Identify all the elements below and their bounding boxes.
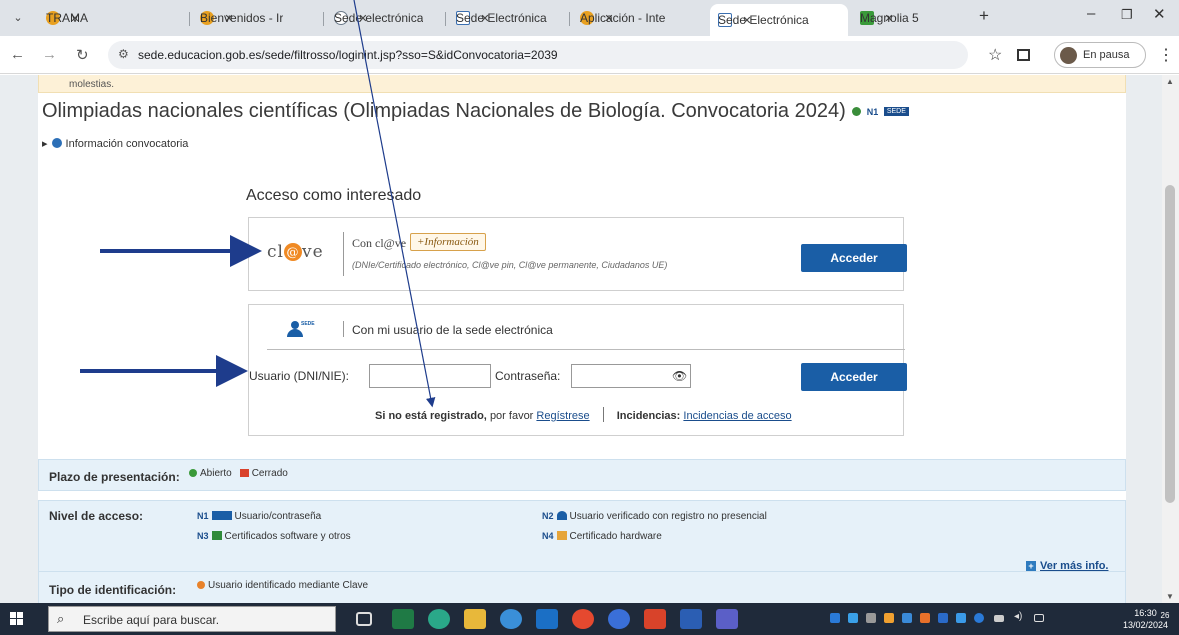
clave-login-box: cl @ ve Con cl@ve +Información (DNIe/Certi…: [248, 217, 907, 291]
verified-user-icon: [556, 511, 567, 520]
notice-banner: molestias.: [38, 75, 1126, 93]
browser-tab-bar: ⌄ TRAMA ✕ Bienvenidos - Ir ✕ Sede electr…: [0, 0, 1179, 36]
avatar: [1060, 47, 1077, 64]
browser-tab[interactable]: Sede Electrónica ✕: [448, 4, 568, 32]
clave-logo: cl @ ve: [267, 242, 324, 262]
clave-info-button[interactable]: +Información: [410, 233, 486, 251]
tipo-identificacion-panel: Tipo de identificación: Usuario identifi…: [38, 571, 1126, 603]
sede-acceder-button[interactable]: Acceder: [801, 363, 907, 391]
page-scrollbar[interactable]: ▲ ▼: [1162, 75, 1179, 603]
back-icon[interactable]: ←: [10, 46, 25, 63]
incidencias-link[interactable]: Incidencias de acceso: [683, 410, 791, 422]
new-tab-icon[interactable]: +: [979, 6, 989, 26]
closed-icon: [239, 469, 249, 477]
restore-icon[interactable]: ❐: [1121, 7, 1133, 23]
clave-description: (DNIe/Certificado electrónico, Cl@ve pin…: [352, 260, 668, 270]
forward-icon[interactable]: →: [42, 46, 57, 63]
file-explorer-icon[interactable]: [464, 609, 486, 629]
info-convocatoria-link[interactable]: ▸ Información convocatoria: [42, 137, 188, 150]
task-view-icon[interactable]: [356, 612, 372, 626]
profile-button[interactable]: En pausa: [1054, 42, 1146, 68]
tab-search-dropdown-icon[interactable]: ⌄: [8, 8, 28, 28]
taskbar-search-box[interactable]: ⌕ Escribe aquí para buscar.: [48, 606, 336, 632]
browser-tab-active[interactable]: Sede Electrónica ✕: [710, 4, 848, 36]
app-icon[interactable]: [608, 609, 630, 629]
tray-icon[interactable]: [884, 613, 894, 623]
certificate-hardware-icon: [556, 531, 567, 540]
address-url: sede.educacion.gob.es/sede/filtrosso/log…: [138, 48, 558, 62]
browser-menu-icon[interactable]: ⋮: [1158, 45, 1174, 65]
notification-count: 26: [1160, 611, 1170, 620]
search-icon: ⌕: [57, 611, 65, 626]
windows-start-icon[interactable]: [10, 612, 24, 626]
tray-icon[interactable]: [848, 613, 858, 623]
tray-icon[interactable]: [866, 613, 876, 623]
scroll-thumb[interactable]: [1165, 185, 1175, 503]
address-bar[interactable]: ⚙ sede.educacion.gob.es/sede/filtrosso/l…: [108, 41, 968, 69]
browser-toolbar: ← → ↻ ⚙ sede.educacion.gob.es/sede/filtr…: [0, 36, 1179, 74]
battery-icon[interactable]: [994, 615, 1004, 622]
sede-login-box: SEDE Con mi usuario de la sede electróni…: [248, 304, 907, 436]
user-input[interactable]: [369, 364, 491, 388]
bookmark-star-icon[interactable]: ☆: [988, 45, 1002, 65]
nivel-acceso-panel: Nivel de acceso: N1 Usuario/contraseña N3…: [38, 500, 1126, 580]
side-panel-icon[interactable]: [1017, 49, 1030, 61]
browser-tab[interactable]: Aplicación - Inte ✕: [572, 4, 706, 32]
certificate-software-icon: [211, 531, 222, 540]
user-label: Usuario (DNI/NIE):: [249, 369, 350, 383]
site-settings-icon[interactable]: ⚙: [118, 47, 129, 61]
outlook-icon[interactable]: [536, 609, 558, 629]
show-password-eye-icon[interactable]: 👁: [672, 369, 687, 383]
open-status-icon: [851, 107, 861, 117]
tray-icon[interactable]: [830, 613, 840, 623]
expand-triangle-icon: ▸: [42, 138, 48, 150]
clave-identified-icon: [197, 581, 205, 589]
clave-acceder-button[interactable]: Acceder: [801, 244, 907, 272]
page-title: Olimpiadas nacionales científicas (Olimp…: [42, 100, 909, 123]
reload-icon[interactable]: ↻: [76, 46, 89, 64]
minimize-icon[interactable]: –: [1087, 5, 1095, 22]
info-icon: [51, 138, 62, 148]
access-title: Acceso como interesado: [246, 187, 422, 204]
browser-tab[interactable]: TRAMA ✕: [38, 4, 188, 32]
sede-badge: SEDE: [883, 107, 909, 117]
tray-icon[interactable]: [920, 613, 930, 623]
page-viewport: molestias. Olimpiadas nacionales científ…: [0, 75, 1162, 603]
plus-icon: +: [1026, 561, 1036, 571]
browser-tab[interactable]: Bienvenidos - Ir ✕: [192, 4, 322, 32]
plazo-panel: Plazo de presentación: Abierto Cerrado: [38, 459, 1126, 491]
password-label: Contraseña:: [495, 369, 561, 383]
close-window-icon[interactable]: ✕: [1153, 5, 1166, 23]
tray-icon[interactable]: [938, 613, 948, 623]
register-line: Si no está registrado, por favor Regístr…: [375, 407, 792, 422]
user-sede-icon: [211, 511, 232, 520]
edge-icon[interactable]: [428, 609, 450, 629]
scroll-down-icon: ▼: [1166, 592, 1174, 601]
sede-login-label: Con mi usuario de la sede electrónica: [352, 323, 553, 337]
volume-icon[interactable]: ◂): [1014, 611, 1024, 622]
internet-explorer-icon[interactable]: [500, 609, 522, 629]
notifications-icon[interactable]: 26: [1157, 611, 1173, 627]
word-icon[interactable]: [680, 609, 702, 629]
tray-icon[interactable]: [902, 613, 912, 623]
windows-taskbar: ⌕ Escribe aquí para buscar. ◂) 16:30 13/…: [0, 603, 1179, 635]
browser-tab[interactable]: Magnolia 5 ✕: [852, 4, 966, 32]
browser-tab[interactable]: Sede electrónica ✕: [326, 4, 444, 32]
page-content: molestias. Olimpiadas nacionales científ…: [38, 75, 1126, 603]
app-icon[interactable]: [644, 609, 666, 629]
open-check-icon: [189, 469, 197, 477]
chrome-icon[interactable]: [572, 609, 594, 629]
scroll-up-icon: ▲: [1166, 77, 1174, 86]
teams-icon[interactable]: [716, 609, 738, 629]
tray-icon[interactable]: [974, 613, 984, 623]
register-link[interactable]: Regístrese: [536, 410, 589, 422]
excel-icon[interactable]: [392, 609, 414, 629]
user-sede-icon: SEDE: [287, 321, 315, 337]
clave-label: Con cl@ve: [352, 236, 407, 250]
network-icon[interactable]: [1034, 614, 1044, 622]
tray-icon[interactable]: [956, 613, 966, 623]
